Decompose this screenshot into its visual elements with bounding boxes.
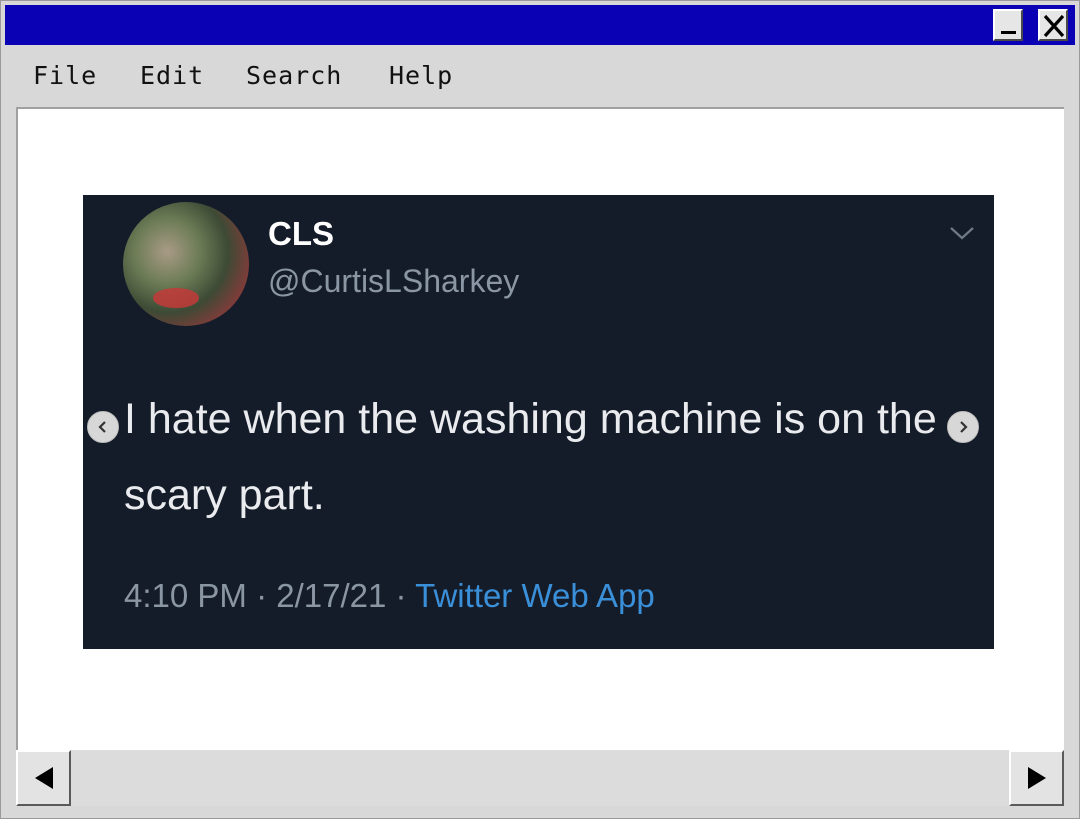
application-window: File Edit Search Help CLS @CurtisLSharke… <box>0 0 1080 819</box>
arrow-right-icon <box>1028 767 1046 789</box>
horizontal-scrollbar[interactable] <box>16 750 1064 806</box>
minimize-button[interactable] <box>993 9 1023 41</box>
tweet-time: 4:10 PM <box>124 577 247 614</box>
previous-image-button[interactable] <box>87 411 119 443</box>
menu-help[interactable]: Help <box>389 61 453 90</box>
tweet-meta: 4:10 PM · 2/17/21 · Twitter Web App <box>124 577 655 615</box>
next-image-button[interactable] <box>947 411 979 443</box>
meta-separator: · <box>256 577 268 614</box>
close-icon <box>1043 14 1065 38</box>
tweet-author-name: CLS <box>268 215 334 252</box>
scroll-left-button[interactable] <box>16 750 71 806</box>
avatar <box>123 202 249 326</box>
menu-search[interactable]: Search <box>246 61 342 90</box>
title-bar[interactable] <box>5 5 1075 45</box>
menu-file[interactable]: File <box>33 61 97 90</box>
tweet-source-app: Twitter Web App <box>415 577 655 614</box>
avatar-photo-detail <box>153 288 199 308</box>
tweet-date: 2/17/21 <box>276 577 387 614</box>
close-button[interactable] <box>1038 9 1068 41</box>
tweet-author-handle: @CurtisLSharkey <box>268 263 520 299</box>
chevron-down-icon <box>950 227 974 240</box>
chevron-left-icon <box>98 421 106 433</box>
meta-separator: · <box>395 577 407 614</box>
menu-edit[interactable]: Edit <box>140 61 204 90</box>
chevron-right-icon <box>960 421 968 433</box>
tweet-text: I hate when the washing machine is on th… <box>124 395 937 519</box>
tweet-screenshot: CLS @CurtisLSharkey I hate when the wash… <box>83 195 994 649</box>
menu-bar: File Edit Search Help <box>5 45 1075 107</box>
scroll-right-button[interactable] <box>1009 750 1064 806</box>
arrow-left-icon <box>35 767 53 789</box>
